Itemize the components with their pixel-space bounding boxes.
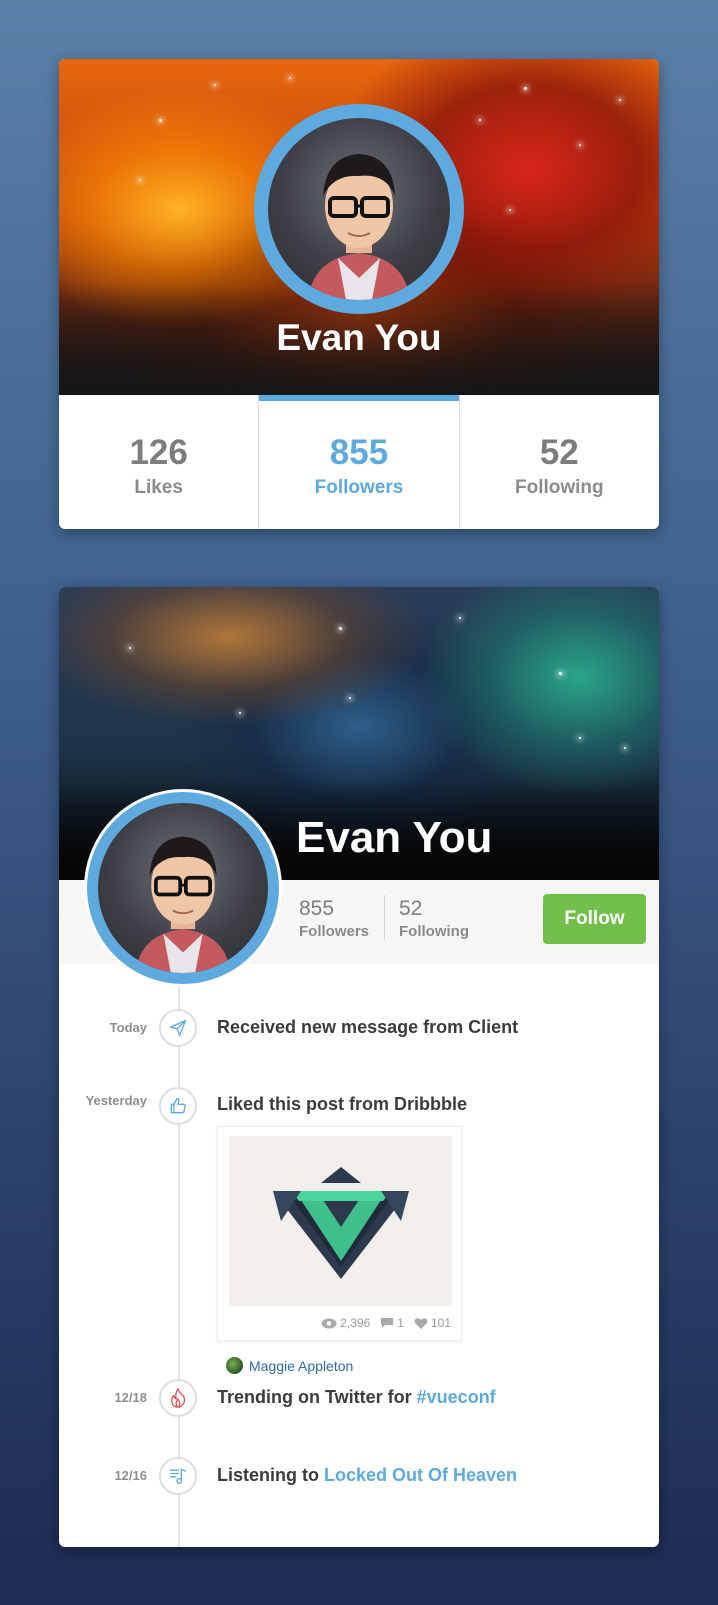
- stat-followers[interactable]: 855 Followers: [259, 395, 460, 529]
- views-count: 2,396: [340, 1316, 371, 1330]
- shot-author[interactable]: Maggie Appleton: [226, 1357, 353, 1374]
- avatar[interactable]: [254, 104, 464, 314]
- comment-icon: [381, 1318, 394, 1328]
- follow-button[interactable]: Follow: [543, 894, 646, 944]
- avatar-photo: [98, 803, 268, 973]
- shot-image-vue-logo: [229, 1136, 452, 1306]
- stat-value: 855: [299, 897, 335, 920]
- avatar[interactable]: [84, 789, 282, 987]
- stat-label: Following: [399, 923, 469, 940]
- author-name[interactable]: Maggie Appleton: [249, 1358, 353, 1374]
- song-link[interactable]: Locked Out Of Heaven: [324, 1465, 517, 1485]
- music-note-icon: [159, 1457, 197, 1495]
- timeline-text: Liked this post from Dribbble: [217, 1094, 468, 1114]
- views-stat: 2,396: [321, 1316, 370, 1330]
- stat-value: 52: [539, 433, 579, 472]
- timeline-text-prefix: Listening to: [217, 1465, 324, 1485]
- stat-likes[interactable]: 126 Likes: [59, 395, 260, 529]
- stat-label: Likes: [134, 477, 183, 498]
- avatar-photo: [268, 118, 450, 300]
- stat-following[interactable]: 52 Following: [460, 395, 659, 529]
- timeline-text-prefix: Trending on Twitter for: [217, 1387, 417, 1407]
- comments-stat: 1: [380, 1316, 404, 1330]
- profile-name: Evan You: [296, 813, 493, 862]
- timeline-date: Today: [109, 1020, 147, 1035]
- stat-following[interactable]: 52 Following: [399, 897, 469, 940]
- profile-card-compact: Evan You 126 Likes 855 Followers 52 Foll…: [59, 59, 659, 529]
- profile-name: Evan You: [276, 317, 442, 358]
- timeline-date: 12/18: [114, 1390, 147, 1405]
- stat-label: Following: [514, 477, 604, 498]
- timeline-text: Listening to Locked Out Of Heaven: [217, 1465, 517, 1486]
- shot-stats: 2,396 1 101: [321, 1316, 451, 1330]
- dribbble-shot-card[interactable]: 2,396 1 101: [217, 1126, 462, 1341]
- stat-label: Followers: [299, 923, 370, 940]
- author-avatar: [226, 1357, 243, 1374]
- stat-value: 126: [129, 433, 188, 472]
- timeline-date: Yesterday: [85, 1093, 147, 1108]
- likes-stat: 101: [414, 1316, 451, 1330]
- stat-value: 855: [329, 433, 389, 472]
- timeline-text: Received new message from Client: [217, 1017, 519, 1037]
- thumbs-up-icon: [159, 1087, 197, 1125]
- stats-divider: [384, 895, 385, 940]
- paper-plane-icon: [159, 1009, 197, 1047]
- comments-count: 1: [397, 1316, 404, 1330]
- stat-value: 52: [399, 897, 423, 920]
- hashtag-link[interactable]: #vueconf: [417, 1387, 496, 1407]
- stat-label: Followers: [314, 477, 404, 498]
- stats-bar: 126 Likes 855 Followers 52 Following: [59, 395, 659, 529]
- eye-icon: [321, 1318, 337, 1328]
- timeline-text: Trending on Twitter for #vueconf: [217, 1387, 496, 1408]
- heart-icon: [414, 1317, 428, 1329]
- stat-followers[interactable]: 855 Followers: [299, 897, 369, 940]
- flame-icon: [159, 1379, 197, 1417]
- likes-count: 101: [430, 1316, 451, 1330]
- timeline-date: 12/16: [114, 1468, 147, 1483]
- profile-card-timeline: Evan You 855 Followers 52 Following Foll…: [59, 587, 659, 1547]
